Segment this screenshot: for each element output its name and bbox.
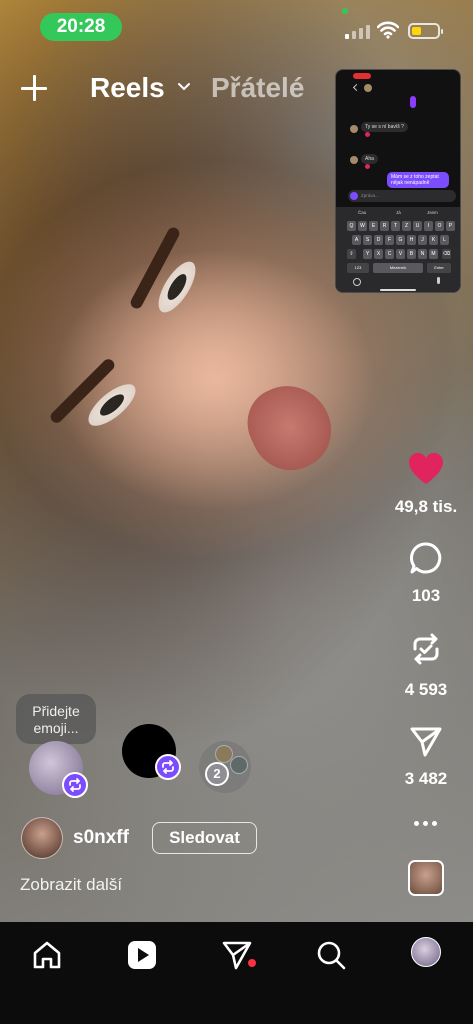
pip-key: W <box>358 221 367 231</box>
pip-key: H <box>407 235 416 245</box>
bottom-tab-bar <box>0 922 473 1024</box>
camera-in-use-indicator <box>342 8 348 14</box>
pip-key: R <box>380 221 389 231</box>
repost-badge-icon <box>62 772 88 798</box>
pip-message-in: Aha <box>361 154 378 164</box>
search-icon[interactable] <box>315 939 347 971</box>
pip-reaction-heart-icon <box>365 164 370 169</box>
status-time[interactable]: 20:28 <box>40 13 122 41</box>
pip-key: T <box>391 221 400 231</box>
pip-msg-avatar <box>350 156 358 164</box>
create-plus-icon[interactable] <box>20 74 48 102</box>
pip-composer-placeholder: Zpráva... <box>361 193 379 198</box>
pip-reaction-heart-icon <box>365 132 370 137</box>
audio-thumbnail[interactable] <box>408 860 444 896</box>
pip-key: G <box>396 235 405 245</box>
like-heart-icon[interactable] <box>408 452 444 486</box>
author-username[interactable]: s0nxff <box>73 827 129 849</box>
more-options-icon[interactable] <box>414 821 438 827</box>
follow-button[interactable]: Sledovat <box>152 822 257 854</box>
status-bar: 20:28 <box>0 0 473 54</box>
pip-key: Z <box>402 221 411 231</box>
pip-key: J <box>418 235 427 245</box>
pip-key: C <box>385 249 394 259</box>
video-detail <box>235 372 345 483</box>
pip-key: E <box>369 221 378 231</box>
pip-key: M <box>429 249 438 259</box>
pip-key: N <box>418 249 427 259</box>
chevron-down-icon[interactable] <box>177 80 191 94</box>
pip-suggestion: Jsem <box>427 210 438 215</box>
pip-key: P <box>446 221 455 231</box>
pip-chat-avatar <box>364 84 372 92</box>
battery-icon <box>408 23 443 39</box>
pip-key: V <box>396 249 405 259</box>
profile-avatar-tab[interactable] <box>411 937 441 967</box>
pip-suggestion: Já <box>396 210 401 215</box>
friend-mini-avatar <box>230 756 248 774</box>
pip-numbers-key: 123 <box>347 263 369 273</box>
like-count: 49,8 tis. <box>394 497 458 516</box>
pip-message-composer: Zpráva... <box>348 190 456 202</box>
show-more-link[interactable]: Zobrazit další <box>20 875 122 895</box>
comment-icon[interactable] <box>409 541 443 575</box>
share-send-icon[interactable] <box>409 724 443 758</box>
pip-key: B <box>407 249 416 259</box>
pip-keyboard: Čau Já Jsem Q W E R T Z U I O P A S D F … <box>336 207 460 292</box>
repost-badge-icon <box>155 754 181 780</box>
tab-reels[interactable]: Reels <box>90 72 165 104</box>
pip-key: F <box>385 235 394 245</box>
reels-icon[interactable] <box>126 939 158 971</box>
add-emoji-hint[interactable]: Přidejte emoji... <box>16 694 96 744</box>
pip-mic-icon <box>437 277 440 284</box>
pip-msg-avatar <box>350 125 358 133</box>
pip-message-in: Ty se s ní bavíš ? <box>361 122 408 132</box>
pip-key: L <box>440 235 449 245</box>
pip-back-icon <box>352 83 361 92</box>
pip-key: O <box>435 221 444 231</box>
notification-dot <box>248 959 256 967</box>
comment-count: 103 <box>411 586 441 605</box>
pip-key: I <box>424 221 433 231</box>
pip-space-key: Mezerník <box>373 263 423 273</box>
pip-key: Y <box>363 249 372 259</box>
pip-key: X <box>374 249 383 259</box>
friends-count-badge: 2 <box>205 762 229 786</box>
pip-enter-key: Enter <box>427 263 451 273</box>
pip-key: D <box>374 235 383 245</box>
wifi-icon <box>377 21 399 39</box>
reels-screen: 20:28 Reels Přátelé Ty se s ní bavíš ? A… <box>0 0 473 1024</box>
pip-key: S <box>363 235 372 245</box>
pip-sticker <box>410 96 416 108</box>
pip-message-out: Mám se z toho zeptat nějak nenápadně <box>387 172 449 188</box>
pip-key: U <box>413 221 422 231</box>
pip-key: K <box>429 235 438 245</box>
pip-home-indicator <box>380 289 416 291</box>
pip-key: A <box>352 235 361 245</box>
tab-friends[interactable]: Přátelé <box>211 72 304 104</box>
cellular-signal-icon <box>345 23 371 39</box>
pip-delete-key: ⌫ <box>442 249 451 259</box>
repost-icon[interactable] <box>409 632 443 666</box>
share-count: 3 482 <box>404 769 448 788</box>
pip-suggestion: Čau <box>358 210 367 215</box>
home-icon[interactable] <box>31 939 63 971</box>
pip-key: Q <box>347 221 356 231</box>
pip-shift-key: ⇧ <box>347 249 356 259</box>
author-avatar[interactable] <box>21 817 63 859</box>
pip-emoji-icon <box>353 278 361 286</box>
pip-recording-indicator <box>353 73 371 79</box>
repost-count: 4 593 <box>404 680 448 699</box>
messages-send-icon[interactable] <box>221 939 253 971</box>
picture-in-picture-window[interactable]: Ty se s ní bavíš ? Aha Mám se z toho zep… <box>335 69 461 293</box>
pip-camera-icon <box>350 192 358 200</box>
